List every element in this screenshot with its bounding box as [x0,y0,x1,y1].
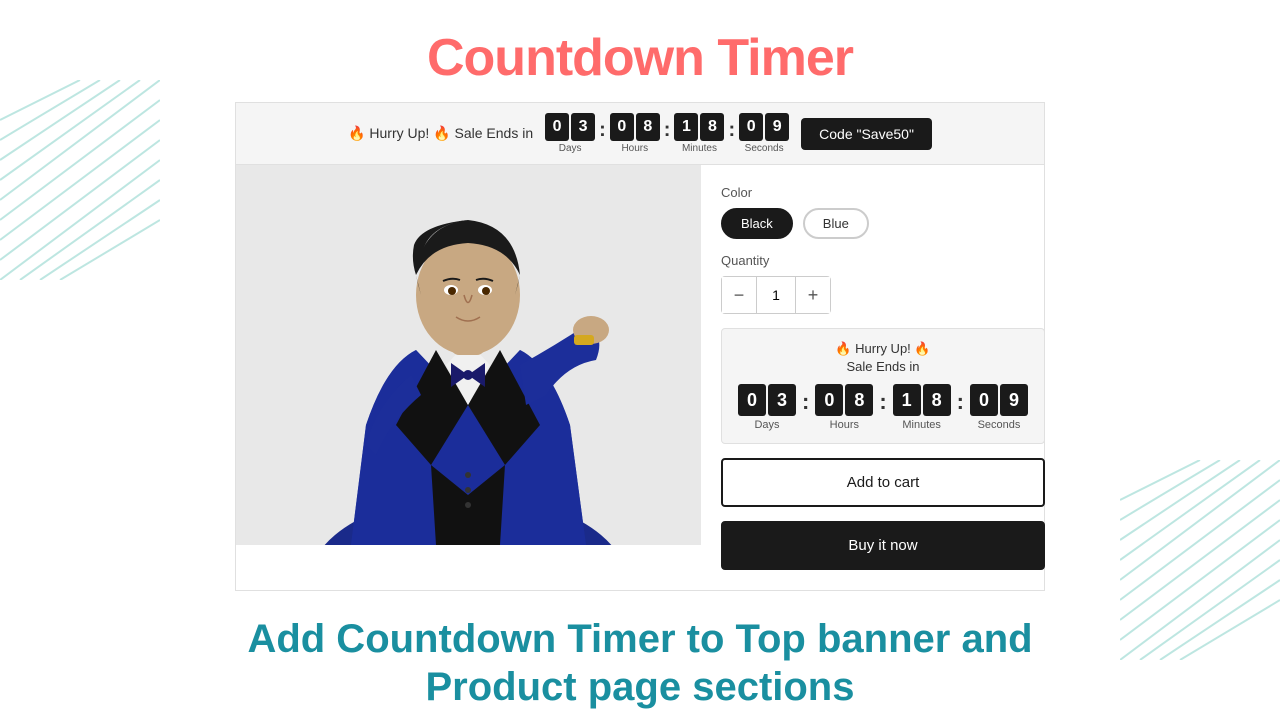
product-seconds-digit1: 0 [970,384,998,416]
quantity-section: Quantity − 1 + [721,253,1045,314]
product-colon3: : [957,389,964,431]
product-days-digit1: 0 [738,384,766,416]
banner-minutes-digit1: 1 [674,113,698,141]
banner-colon2: : [664,119,671,154]
product-hours-digit1: 0 [815,384,843,416]
product-image [236,165,701,545]
add-to-cart-button[interactable]: Add to cart [721,458,1045,507]
product-details: Color Black Blue Quantity − 1 + 🔥 Hurry … [701,165,1065,590]
product-seconds-label: Seconds [978,419,1021,431]
banner-days-digit2: 3 [571,113,595,141]
banner-timer-minutes: 1 8 Minutes [674,113,724,154]
quantity-increase-button[interactable]: + [796,277,830,313]
color-option-blue[interactable]: Blue [803,208,869,239]
product-colon1: : [802,389,809,431]
product-fire2: 🔥 [914,341,930,356]
product-seconds-digit2: 9 [1000,384,1028,416]
banner-minutes-digit2: 8 [700,113,724,141]
banner-colon3: : [728,119,735,154]
buy-now-button[interactable]: Buy it now [721,521,1045,570]
product-fire1: 🔥 [835,341,851,356]
banner-sale-text: Sale Ends in [455,125,534,141]
banner-hours-label: Hours [621,143,648,154]
color-option-black[interactable]: Black [721,208,793,239]
bottom-title-line1: Add Countdown Timer to Top banner and [247,617,1032,661]
banner-fire1: 🔥 [348,125,365,141]
product-timer-hours: 0 8 Hours [815,384,873,431]
banner-seconds-label: Seconds [745,143,784,154]
banner-colon1: : [599,119,606,154]
decorative-lines-topleft [0,80,160,280]
product-countdown-title: 🔥 Hurry Up! 🔥 [738,341,1028,357]
product-timer-seconds: 0 9 Seconds [970,384,1028,431]
bottom-title: Add Countdown Timer to Top banner and Pr… [0,591,1280,711]
banner-hurry-text: 🔥 Hurry Up! 🔥 Sale Ends in [348,125,533,142]
product-days-label: Days [754,419,779,431]
product-minutes-digit1: 1 [893,384,921,416]
promo-code-button[interactable]: Code "Save50" [801,118,932,150]
banner-days-digit1: 0 [545,113,569,141]
product-colon2: : [879,389,886,431]
product-minutes-digit2: 8 [923,384,951,416]
banner-timer-seconds: 0 9 Seconds [739,113,789,154]
page-title: Countdown Timer [0,0,1280,102]
bottom-title-line2: Product page sections [426,665,855,709]
product-minutes-label: Minutes [902,419,941,431]
product-image-container [236,165,701,545]
banner-minutes-label: Minutes [682,143,717,154]
top-banner: 🔥 Hurry Up! 🔥 Sale Ends in 0 3 Days : 0 … [235,102,1045,165]
product-countdown: 🔥 Hurry Up! 🔥 Sale Ends in 0 3 Days : [721,328,1045,444]
color-section: Color Black Blue [721,185,1045,239]
product-timer-minutes: 1 8 Minutes [893,384,951,431]
product-days-digit2: 3 [768,384,796,416]
product-hours-label: Hours [830,419,859,431]
quantity-controls: − 1 + [721,276,831,314]
banner-seconds-digit2: 9 [765,113,789,141]
banner-days-label: Days [559,143,582,154]
banner-timer-days: 0 3 Days [545,113,595,154]
color-label: Color [721,185,1045,200]
banner-timer-hours: 0 8 Hours [610,113,660,154]
banner-seconds-digit1: 0 [739,113,763,141]
product-hours-digit2: 8 [845,384,873,416]
quantity-label: Quantity [721,253,1045,268]
product-timer: 0 3 Days : 0 8 Hours : [738,384,1028,431]
color-options: Black Blue [721,208,1045,239]
banner-hurry-label: Hurry Up! [369,125,429,141]
product-hurry-text: Hurry Up! [855,341,911,356]
product-timer-days: 0 3 Days [738,384,796,431]
quantity-value: 1 [756,277,796,313]
quantity-decrease-button[interactable]: − [722,277,756,313]
banner-hours-digit2: 8 [636,113,660,141]
banner-timer: 0 3 Days : 0 8 Hours : 1 8 Minutes : [545,113,789,154]
banner-fire2: 🔥 [433,125,450,141]
product-countdown-subtitle: Sale Ends in [738,359,1028,374]
product-area: Color Black Blue Quantity − 1 + 🔥 Hurry … [235,165,1045,591]
banner-hours-digit1: 0 [610,113,634,141]
